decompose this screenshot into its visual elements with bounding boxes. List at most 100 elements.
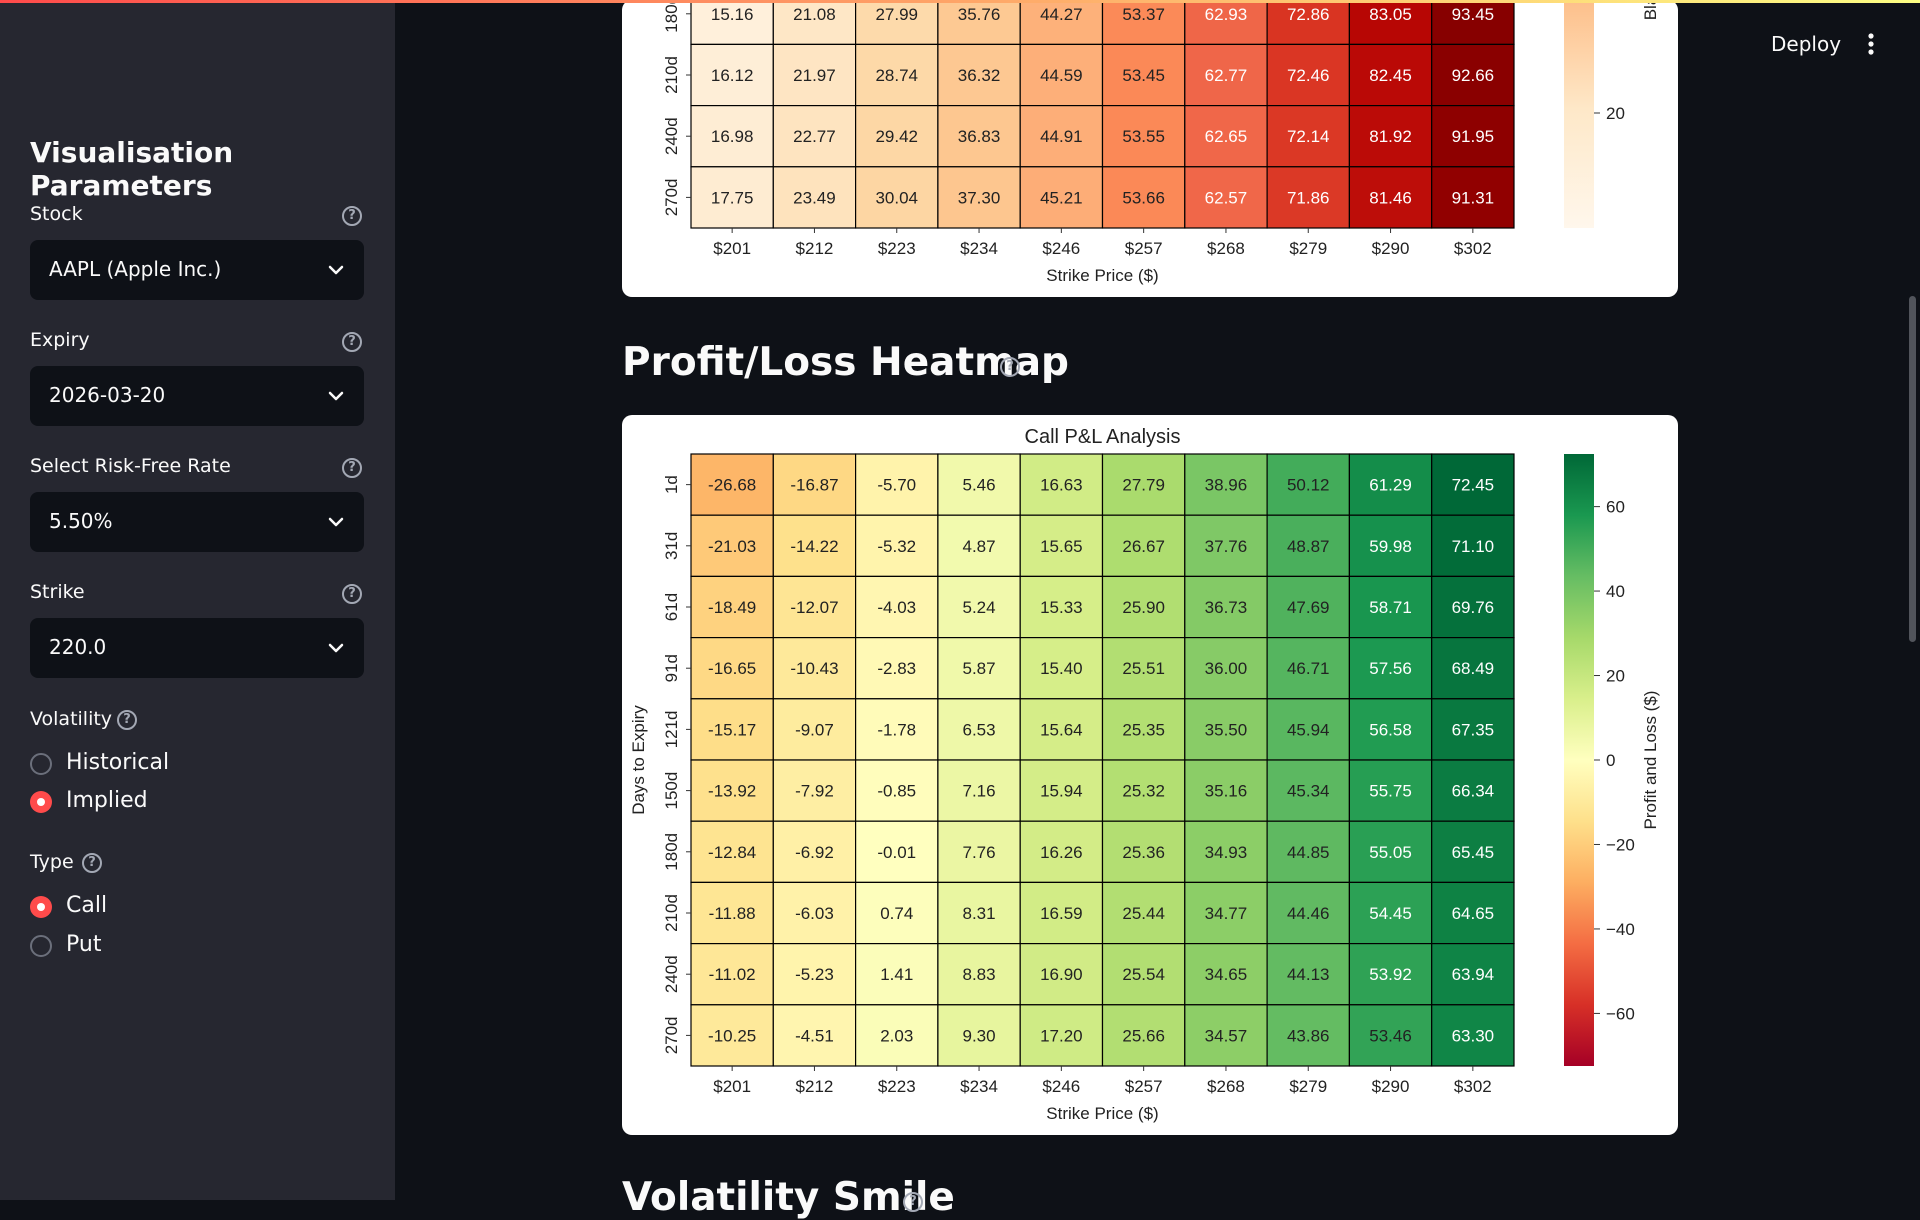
strike-help-icon[interactable]: ?: [342, 584, 362, 604]
x-tick-label: $201: [713, 239, 751, 258]
y-tick-label: 180d: [662, 0, 681, 33]
cell-value-label: 72.86: [1287, 5, 1330, 24]
cell-value-label: -10.25: [708, 1026, 756, 1045]
cell-value-label: 44.91: [1040, 127, 1083, 146]
top-decoration-bar: [0, 0, 1920, 3]
pnl-heatmap: Call P&L Analysis -26.68 -16.87 -5.70 5.46 16…: [629, 426, 1660, 1123]
cell-value-label: 21.97: [793, 66, 836, 85]
stock-select[interactable]: AAPL (Apple Inc.): [30, 240, 364, 300]
cell-value-label: 92.66: [1452, 66, 1495, 85]
rate-help-icon[interactable]: ?: [342, 458, 362, 478]
y-tick-label: 91d: [662, 654, 681, 682]
cell-value-label: 53.45: [1122, 66, 1165, 85]
cell-value-label: -6.92: [795, 843, 834, 862]
cell-value-label: 62.77: [1205, 66, 1248, 85]
cell-value-label: -1.78: [877, 720, 916, 739]
strike-select[interactable]: 220.0: [30, 618, 364, 678]
cell-value-label: 71.10: [1452, 537, 1495, 556]
rate-select-value: 5.50%: [49, 509, 113, 533]
colorbar-tick-label: −60: [1606, 1004, 1635, 1023]
colorbar-label: Bla: [1641, 0, 1660, 20]
rate-select[interactable]: 5.50%: [30, 492, 364, 552]
x-tick-label: $223: [878, 239, 916, 258]
x-tick-label: $257: [1125, 1077, 1163, 1096]
cell-value-label: 81.46: [1369, 188, 1412, 207]
deploy-button[interactable]: Deploy: [1771, 32, 1841, 56]
volatility-help-icon[interactable]: ?: [117, 710, 137, 730]
cell-value-label: -14.22: [790, 537, 838, 556]
y-tick-label: 270d: [662, 1016, 681, 1054]
y-tick-label: 61d: [662, 593, 681, 621]
cell-value-label: 44.46: [1287, 904, 1330, 923]
cell-value-label: 28.74: [875, 66, 918, 85]
cell-value-label: 68.49: [1452, 659, 1495, 678]
cell-value-label: 25.51: [1122, 659, 1165, 678]
cell-value-label: 25.35: [1122, 720, 1165, 739]
chart-title: Call P&L Analysis: [1025, 426, 1181, 448]
x-axis-label: Strike Price ($): [1046, 266, 1158, 285]
type-option-label: Call: [66, 893, 108, 918]
expiry-help-icon[interactable]: ?: [342, 332, 362, 352]
cell-value-label: 44.27: [1040, 5, 1083, 24]
stock-help-icon[interactable]: ?: [342, 206, 362, 226]
cell-value-label: 66.34: [1452, 782, 1495, 801]
cell-value-label: 35.50: [1205, 720, 1248, 739]
cell-value-label: 22.77: [793, 127, 836, 146]
cell-value-label: 53.66: [1122, 188, 1165, 207]
cell-value-label: 17.75: [711, 188, 754, 207]
cell-value-label: -9.07: [795, 720, 834, 739]
y-tick-label: 1d: [662, 475, 681, 494]
radio-unselected-icon: [30, 935, 52, 957]
expiry-select[interactable]: 2026-03-20: [30, 366, 364, 426]
cell-value-label: 29.42: [875, 127, 918, 146]
cell-value-label: 53.55: [1122, 127, 1165, 146]
cell-value-label: 26.67: [1122, 537, 1165, 556]
kebab-menu-icon[interactable]: [1861, 30, 1881, 58]
cell-value-label: -5.23: [795, 965, 834, 984]
strike-label: Strike: [30, 581, 85, 603]
cell-value-label: 48.87: [1287, 537, 1330, 556]
x-tick-label: $268: [1207, 1077, 1245, 1096]
cell-value-label: -12.84: [708, 843, 756, 862]
x-tick-label: $246: [1042, 239, 1080, 258]
colorbar-tick-label: −40: [1606, 920, 1635, 939]
cell-value-label: -0.85: [877, 782, 916, 801]
cell-value-label: 23.49: [793, 188, 836, 207]
cell-value-label: 69.76: [1452, 598, 1495, 617]
cell-value-label: 6.53: [963, 720, 996, 739]
cell-value-label: 27.79: [1122, 476, 1165, 495]
radio-unselected-icon: [30, 753, 52, 775]
cell-value-label: 82.45: [1369, 66, 1412, 85]
cell-value-label: 53.37: [1122, 5, 1165, 24]
y-tick-label: 121d: [662, 710, 681, 748]
x-tick-label: $290: [1372, 239, 1410, 258]
cell-value-label: -13.92: [708, 782, 756, 801]
y-tick-label: 150d: [662, 772, 681, 810]
y-tick-label: 270d: [662, 178, 681, 216]
type-help-icon[interactable]: ?: [82, 853, 102, 873]
volatility-smile-help-icon[interactable]: ?: [903, 1192, 923, 1212]
x-axis-label: Strike Price ($): [1046, 1104, 1158, 1123]
colorbar-tick-label: −20: [1606, 835, 1635, 854]
y-tick-label: 240d: [662, 117, 681, 155]
y-axis-label: Days to Expiry: [629, 705, 648, 815]
cell-value-label: 16.26: [1040, 843, 1083, 862]
cell-value-label: 8.31: [963, 904, 996, 923]
chevron-down-icon: [328, 265, 344, 275]
cell-value-label: 81.92: [1369, 127, 1412, 146]
cell-value-label: 54.45: [1369, 904, 1412, 923]
cell-value-label: 25.36: [1122, 843, 1165, 862]
cell-value-label: 93.45: [1452, 5, 1495, 24]
cell-value-label: 63.94: [1452, 965, 1495, 984]
pnl-help-icon[interactable]: ?: [1000, 357, 1020, 377]
cell-value-label: 43.86: [1287, 1026, 1330, 1045]
volatility-option-label: Implied: [66, 788, 148, 813]
cell-value-label: 15.33: [1040, 598, 1083, 617]
scrollbar-thumb[interactable]: [1909, 296, 1916, 642]
cell-value-label: 53.92: [1369, 965, 1412, 984]
cell-value-label: 25.66: [1122, 1026, 1165, 1045]
chevron-down-icon: [328, 643, 344, 653]
y-tick-label: 31d: [662, 532, 681, 560]
cell-value-label: 53.46: [1369, 1026, 1412, 1045]
colorbar-tick-label: 60: [1606, 498, 1625, 517]
